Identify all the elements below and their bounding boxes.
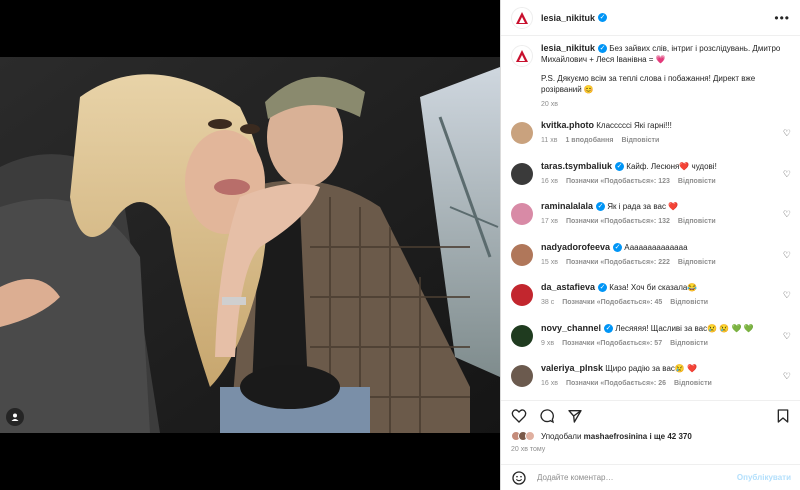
comment-row: taras.tsymbaliuk ✓ Кайф. Лесюня❤️ чудові!… (511, 161, 791, 202)
comments-list: lesia_nikituk ✓ Без зайвих слів, інтриг і… (501, 37, 800, 400)
likes-summary: Уподобали mashaefrosinina і ще 42 370 (511, 431, 692, 441)
comment-text: Каза! Хоч би сказала😂 (609, 283, 698, 292)
commenter-avatar[interactable] (511, 243, 533, 266)
reply-button[interactable]: Відповісти (670, 338, 708, 349)
commenter-avatar[interactable] (511, 324, 533, 347)
commenter-username[interactable]: novy_channel (541, 323, 601, 333)
comment-time[interactable]: 9 хв (541, 338, 554, 349)
post-media (0, 0, 500, 490)
comment-likes[interactable]: Позначки «Подобається»: 123 (566, 176, 670, 187)
comment-time[interactable]: 16 хв (541, 378, 558, 389)
comment-text: Класссссі Які гарні!!! (596, 121, 672, 130)
comment-like-heart-icon[interactable]: ♡ (783, 250, 791, 261)
reply-button[interactable]: Відповісти (678, 216, 716, 227)
post-actions (501, 400, 800, 430)
comment-row: raminalalala ✓ Як і рада за вас ❤️ 17 хв … (511, 201, 791, 242)
comment-input[interactable] (537, 473, 737, 482)
comment-like-heart-icon[interactable]: ♡ (783, 331, 791, 342)
commenter-username[interactable]: da_astafieva (541, 282, 595, 292)
comment-like-heart-icon[interactable]: ♡ (783, 169, 791, 180)
likes-count[interactable]: і ще 42 370 (649, 432, 691, 441)
comment-text: Як і рада за вас ❤️ (607, 202, 679, 211)
comment-row: kvitka.photo Класссссі Які гарні!!! 11 х… (511, 120, 791, 161)
comment-time[interactable]: 15 хв (541, 257, 558, 268)
verified-badge-icon: ✓ (598, 283, 608, 293)
comment-likes[interactable]: Позначки «Подобається»: 57 (562, 338, 662, 349)
verified-badge-icon: ✓ (596, 202, 606, 212)
reply-button[interactable]: Відповісти (678, 176, 716, 187)
comment-text: Щиро радію за вас😢 ❤️ (605, 364, 698, 373)
commenter-username[interactable]: valeriya_plnsk (541, 363, 603, 373)
commenter-avatar[interactable] (511, 284, 533, 306)
caption: lesia_nikituk ✓ Без зайвих слів, інтриг і… (511, 43, 791, 110)
verified-badge-icon: ✓ (604, 323, 614, 333)
reply-button[interactable]: Відповісти (621, 135, 659, 146)
caption-time[interactable]: 20 хв (541, 99, 558, 110)
comment-row: valeriya_plnsk Щиро радію за вас😢 ❤️ 16 … (511, 363, 791, 400)
comment-text: Кайф. Лесюня❤️ чудові! (626, 161, 717, 171)
commenter-username[interactable]: nadyadorofeeva (541, 242, 610, 252)
comment-text: Лесяяяя! Щасливі за вас😢 😢 💚 💚 (615, 323, 754, 333)
commenter-avatar[interactable] (511, 203, 533, 225)
share-send-icon[interactable] (567, 408, 583, 424)
author-logo-icon (516, 50, 528, 62)
author-avatar[interactable] (511, 6, 533, 29)
post-photo[interactable] (0, 57, 500, 433)
publish-button[interactable]: Опублікувати (737, 473, 791, 482)
comment-row: nadyadorofeeva ✓ Аааааааааааааа 15 хв Поз… (511, 242, 791, 283)
comment-like-heart-icon[interactable]: ♡ (783, 128, 791, 139)
likes-prefix: Уподобали (541, 431, 582, 441)
comment-like-heart-icon[interactable]: ♡ (783, 209, 791, 220)
like-heart-icon[interactable] (511, 408, 527, 424)
verified-badge-icon: ✓ (598, 44, 608, 54)
comment-time[interactable]: 11 хв (541, 135, 557, 146)
caption-username[interactable]: lesia_nikituk (541, 43, 595, 53)
caption-ps: P.S. Дякуємо всім за теплі слова і побаж… (541, 74, 756, 94)
comment-like-heart-icon[interactable]: ♡ (783, 371, 791, 382)
caption-author-avatar[interactable] (511, 45, 533, 67)
user-tag-icon (11, 413, 19, 421)
comment-bubble-icon[interactable] (539, 408, 555, 424)
instagram-post-viewer: lesia_nikituk ✓ ••• lesia_nikituk ✓ Без з… (0, 0, 800, 490)
comment-like-heart-icon[interactable]: ♡ (783, 290, 791, 301)
reply-button[interactable]: Відповісти (670, 297, 708, 308)
comment-row: novy_channel ✓ Лесяяяя! Щасливі за вас😢 😢… (511, 323, 791, 364)
commenter-avatar[interactable] (511, 365, 533, 387)
comment-time[interactable]: 38 с (541, 297, 554, 308)
comment-likes[interactable]: Позначки «Подобається»: 45 (562, 297, 662, 308)
comment-likes[interactable]: Позначки «Подобається»: 132 (566, 216, 670, 227)
verified-badge-icon: ✓ (615, 161, 625, 171)
reply-button[interactable]: Відповісти (674, 378, 712, 389)
liker-username[interactable]: mashaefrosinina (584, 432, 648, 441)
author-username[interactable]: lesia_nikituk (541, 13, 595, 23)
post-details-panel: lesia_nikituk ✓ ••• lesia_nikituk ✓ Без з… (500, 0, 800, 490)
author-logo-icon (516, 11, 528, 24)
add-comment-bar: Опублікувати (501, 464, 800, 490)
comment-likes[interactable]: Позначки «Подобається»: 222 (566, 257, 670, 268)
reply-button[interactable]: Відповісти (678, 257, 716, 268)
commenter-avatar[interactable] (511, 122, 533, 144)
liker-avatar (525, 431, 535, 441)
commenter-username[interactable]: raminalalala (541, 201, 593, 211)
save-bookmark-icon[interactable] (775, 408, 791, 424)
comment-likes[interactable]: 1 вподобання (565, 135, 613, 146)
comment-time[interactable]: 17 хв (541, 216, 558, 227)
verified-badge-icon: ✓ (598, 13, 608, 22)
verified-badge-icon: ✓ (613, 242, 623, 252)
post-header: lesia_nikituk ✓ ••• (501, 0, 800, 36)
tagged-users-button[interactable] (6, 408, 24, 426)
comment-text: Аааааааааааааа (624, 242, 688, 252)
comment-likes[interactable]: Позначки «Подобається»: 26 (566, 378, 666, 389)
photo-image (0, 57, 500, 433)
commenter-username[interactable]: taras.tsymbaliuk (541, 161, 612, 171)
comment-time[interactable]: 16 хв (541, 176, 558, 187)
comment-row: da_astafieva ✓ Каза! Хоч би сказала😂 38 с… (511, 282, 791, 323)
commenter-avatar[interactable] (511, 162, 533, 185)
commenter-username[interactable]: kvitka.photo (541, 120, 594, 130)
more-options-icon[interactable]: ••• (774, 11, 790, 25)
post-timestamp[interactable]: 20 хв тому (511, 446, 545, 453)
emoji-icon[interactable] (511, 470, 527, 486)
